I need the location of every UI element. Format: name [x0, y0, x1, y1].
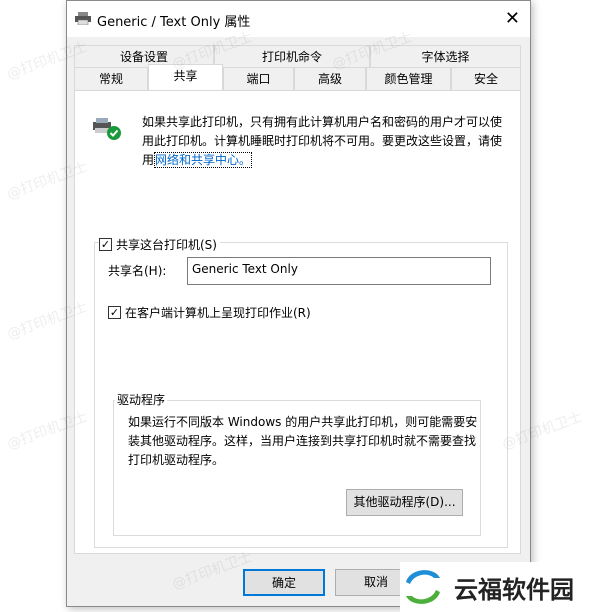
render-jobs-label: 在客户端计算机上呈现打印作业(R): [125, 306, 311, 320]
share-printer-checkbox[interactable]: ✓ 共享这台打印机(S): [99, 236, 220, 253]
checkbox-checked-icon: ✓: [99, 238, 112, 251]
printer-properties-dialog: Generic / Text Only 属性 ✕ 设备设置 打印机命令 字体选择…: [66, 0, 531, 607]
printer-icon: [75, 12, 91, 25]
share-name-input[interactable]: Generic Text Only: [187, 257, 491, 285]
additional-drivers-button[interactable]: 其他驱动程序(D)...: [346, 489, 463, 516]
drivers-description: 如果运行不同版本 Windows 的用户共享此打印机，则可能需要安装其他驱动程序…: [128, 415, 478, 467]
tab-sharing[interactable]: 共享: [148, 64, 223, 90]
title-bar: Generic / Text Only 属性 ✕: [67, 1, 530, 37]
logo-text: 云福软件园: [454, 575, 574, 604]
tab-advanced[interactable]: 高级: [294, 67, 366, 90]
window-title: Generic / Text Only 属性: [97, 15, 251, 30]
render-jobs-checkbox[interactable]: ✓ 在客户端计算机上呈现打印作业(R): [108, 304, 311, 321]
share-printer-label: 共享这台打印机(S): [116, 238, 217, 252]
logo-swirl-icon: [406, 570, 440, 604]
checkbox-checked-icon: ✓: [108, 306, 121, 319]
drivers-group-title: 驱动程序: [115, 391, 168, 408]
network-sharing-center-link[interactable]: 网络和共享中心。: [154, 152, 253, 168]
tab-printer-commands[interactable]: 打印机命令: [214, 45, 370, 68]
sharing-panel: 如果共享此打印机，只有拥有此计算机用户名和密码的用户才可以使用此打印机。计算机睡…: [74, 90, 521, 554]
tab-general[interactable]: 常规: [74, 67, 148, 90]
tab-security[interactable]: 安全: [451, 67, 521, 90]
tab-color-management[interactable]: 颜色管理: [366, 67, 451, 90]
share-name-label: 共享名(H):: [108, 264, 167, 278]
close-icon[interactable]: ✕: [505, 8, 520, 29]
sharing-description: 如果共享此打印机，只有拥有此计算机用户名和密码的用户才可以使用此打印机。计算机睡…: [142, 113, 512, 170]
shared-printer-icon: [93, 118, 121, 140]
tab-ports[interactable]: 端口: [223, 67, 294, 90]
ok-button[interactable]: 确定: [243, 569, 325, 596]
site-logo: 云福软件园: [400, 562, 600, 612]
tab-font-selection[interactable]: 字体选择: [370, 45, 521, 68]
